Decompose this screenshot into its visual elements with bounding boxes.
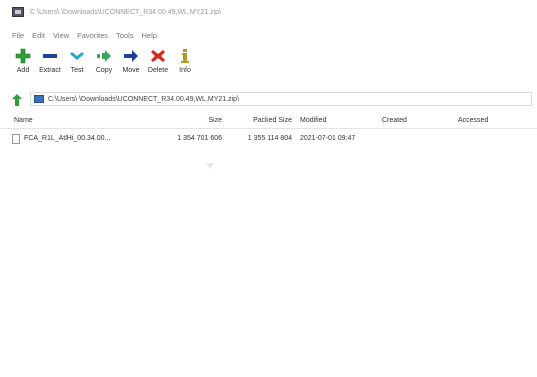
menu-favorites[interactable]: Favorites [77,31,108,40]
file-name: FCA_R1L_AtlHi_00.34.00... [24,135,111,142]
menu-view[interactable]: View [53,31,69,40]
file-modified: 2021-07-01 09:47 [300,135,356,142]
menu-tools[interactable]: Tools [116,31,134,40]
move-icon [122,48,140,64]
file-size: 1 354 701 606 [177,135,222,142]
menu-help[interactable]: Help [142,31,157,40]
info-button[interactable]: Info [172,48,198,84]
column-name[interactable]: Name [14,117,33,124]
add-label: Add [16,67,30,74]
file-row[interactable]: FCA_R1L_AtlHi_00.34.00... 1 354 701 606 … [0,133,537,147]
mouse-cursor-icon [206,163,214,169]
delete-icon [149,48,167,64]
toolbar: Add Extract Test Copy Move Delete Info [10,48,199,84]
column-size[interactable]: Size [186,117,222,124]
test-button[interactable]: Test [64,48,90,84]
archive-folder-icon [34,95,44,103]
add-button[interactable]: Add [10,48,36,84]
move-button[interactable]: Move [118,48,144,84]
test-label: Test [70,67,84,74]
window-title: C:\Users\ \Downloads\UCONNECT_R34.00.49,… [30,8,222,16]
file-packed-size: 1 355 114 804 [247,135,292,142]
column-modified[interactable]: Modified [300,117,326,124]
menu-edit[interactable]: Edit [32,31,45,40]
copy-button[interactable]: Copy [91,48,117,84]
column-packed-size[interactable]: Packed Size [238,117,292,124]
address-input[interactable]: C:\Users\ \Downloads\UCONNECT_R34.00.49,… [30,92,532,106]
file-list-header: Name Size Packed Size Modified Created A… [0,114,537,129]
archive-window: C:\Users\ \Downloads\UCONNECT_R34.00.49,… [0,0,537,377]
title-bar: C:\Users\ \Downloads\UCONNECT_R34.00.49,… [0,0,537,24]
file-icon [12,134,20,144]
extract-label: Extract [39,67,61,74]
test-icon [68,48,86,64]
move-label: Move [122,67,140,74]
address-value: C:\Users\ \Downloads\UCONNECT_R34.00.49,… [48,95,240,103]
extract-button[interactable]: Extract [37,48,63,84]
menu-file[interactable]: File [12,31,24,40]
app-icon [12,7,24,17]
menu-bar: File Edit View Favorites Tools Help [0,28,159,42]
info-label: Info [179,67,191,74]
info-icon [176,48,194,64]
up-folder-icon[interactable] [12,93,22,106]
copy-label: Copy [95,67,113,74]
column-created[interactable]: Created [382,117,407,124]
extract-icon [41,48,59,64]
copy-icon [95,48,113,64]
add-icon [14,48,32,64]
delete-button[interactable]: Delete [145,48,171,84]
address-bar: C:\Users\ \Downloads\UCONNECT_R34.00.49,… [12,92,532,106]
column-accessed[interactable]: Accessed [458,117,488,124]
delete-label: Delete [147,67,169,74]
